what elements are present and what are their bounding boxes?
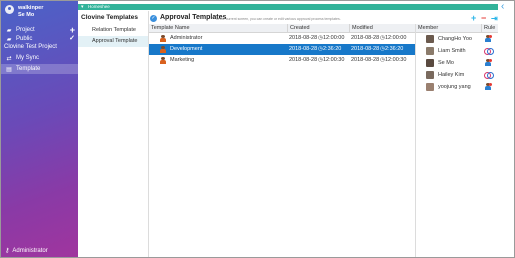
member-name: ChangHo Yoo	[438, 36, 472, 42]
user-rule-icon[interactable]	[484, 83, 493, 91]
avatar	[426, 35, 434, 43]
member-row[interactable]: Liam Smith	[416, 45, 498, 57]
table-row[interactable]: Marketing 2018-08-28 ◷ 12:00:30 2018-08-…	[149, 55, 415, 66]
column-header-created[interactable]: Created	[288, 24, 350, 32]
column-header-member[interactable]: Member	[416, 24, 482, 32]
add-icon[interactable]: +	[471, 14, 476, 23]
folder-icon: ▰	[6, 27, 12, 34]
column-header-template-name[interactable]: Template Name	[149, 24, 288, 32]
ring-rule-icon[interactable]	[484, 71, 494, 79]
modified-date: 2018-08-28	[351, 46, 380, 52]
app-window: walkinper Se Mo ▰ Project + ▰ Public ✓ C…	[0, 0, 515, 258]
member-name: Liam Smith	[438, 48, 466, 54]
user-template-icon	[160, 35, 166, 42]
template-name: Development	[170, 46, 203, 52]
user-name-secondary: Se Mo	[18, 12, 35, 18]
user-name: walkinper	[18, 5, 44, 11]
collapse-panel-icon[interactable]: ‹	[501, 2, 504, 12]
members-panel: Member Rule ChangHo Yoo Liam Smith Se Mo…	[416, 24, 498, 257]
sidebar: walkinper Se Mo ▰ Project + ▰ Public ✓ C…	[1, 1, 78, 257]
created-time: 2:36:20	[323, 46, 342, 52]
modified-date: 2018-08-28	[351, 35, 380, 41]
user-rule-icon[interactable]	[484, 59, 493, 67]
created-date: 2018-08-28	[289, 57, 318, 63]
created-time: 12:00:00	[323, 35, 345, 41]
template-item-approval[interactable]: Approval Template	[78, 36, 148, 47]
templates-panel: Clovine Templates Relation Template Appr…	[78, 11, 149, 257]
templates-panel-title: Clovine Templates	[81, 14, 138, 21]
avatar	[426, 47, 434, 55]
column-header-modified[interactable]: Modified	[350, 24, 415, 32]
member-row[interactable]: Se Mo	[416, 57, 498, 69]
created-date: 2018-08-28	[289, 46, 318, 52]
created-time: 12:00:30	[323, 57, 345, 63]
modified-date: 2018-08-28	[351, 57, 380, 63]
top-bar-title: Homeshee	[88, 4, 110, 9]
sidebar-item-my-sync[interactable]: ⇄ My Sync	[1, 53, 78, 63]
user-rule-icon[interactable]	[484, 35, 493, 43]
user-template-icon	[160, 57, 166, 64]
avatar	[426, 71, 434, 79]
modified-time: 12:00:00	[385, 35, 407, 41]
key-icon: ⚷	[5, 248, 10, 254]
member-name: yoojung yang	[438, 84, 471, 90]
sidebar-item-clovine-test-project[interactable]: Clovine Test Project	[1, 42, 78, 52]
top-bar: ▾ Homeshee	[78, 4, 498, 10]
avatar	[5, 5, 14, 14]
template-icon: ▤	[6, 66, 12, 73]
template-item-relation[interactable]: Relation Template	[78, 25, 148, 36]
template-name: Administrator	[170, 35, 203, 41]
export-icon[interactable]: ⇥	[491, 14, 498, 23]
check-circle-icon: ✓	[150, 15, 157, 22]
member-row[interactable]: yoojung yang	[416, 81, 498, 93]
member-row[interactable]: ChangHo Yoo	[416, 33, 498, 45]
templates-table: Template Name Created Modified Administr…	[149, 24, 416, 257]
avatar	[426, 83, 434, 91]
member-name: Se Mo	[438, 60, 454, 66]
remove-icon[interactable]: −	[481, 14, 486, 23]
chevron-down-icon[interactable]: ▾	[81, 4, 84, 10]
template-name: Marketing	[170, 57, 195, 63]
member-name: Hailey Kim	[438, 72, 465, 78]
sync-icon: ⇄	[6, 55, 12, 62]
members-header: Member Rule	[416, 24, 498, 33]
page-description: In the current screen, you can create or…	[216, 17, 341, 21]
table-row[interactable]: Administrator 2018-08-28 ◷ 12:00:00 2018…	[149, 33, 415, 44]
ring-rule-icon[interactable]	[484, 47, 494, 55]
column-header-rule[interactable]: Rule	[482, 24, 498, 32]
sidebar-item-template[interactable]: ▤ Template	[1, 64, 78, 74]
add-project-icon[interactable]: +	[70, 26, 75, 35]
table-row[interactable]: Development 2018-08-28 ◷ 2:36:20 2018-08…	[149, 44, 415, 55]
toolbar: + − ⇥	[471, 14, 501, 24]
admin-link[interactable]: ⚷ Administrator	[5, 247, 48, 255]
approval-header: ✓ Approval Templates In the current scre…	[148, 11, 498, 24]
avatar	[426, 59, 434, 67]
user-template-icon	[160, 46, 166, 53]
modified-time: 12:00:30	[385, 57, 407, 63]
modified-time: 2:36:20	[385, 46, 404, 52]
member-row[interactable]: Hailey Kim	[416, 69, 498, 81]
table-header: Template Name Created Modified	[149, 24, 415, 33]
created-date: 2018-08-28	[289, 35, 318, 41]
